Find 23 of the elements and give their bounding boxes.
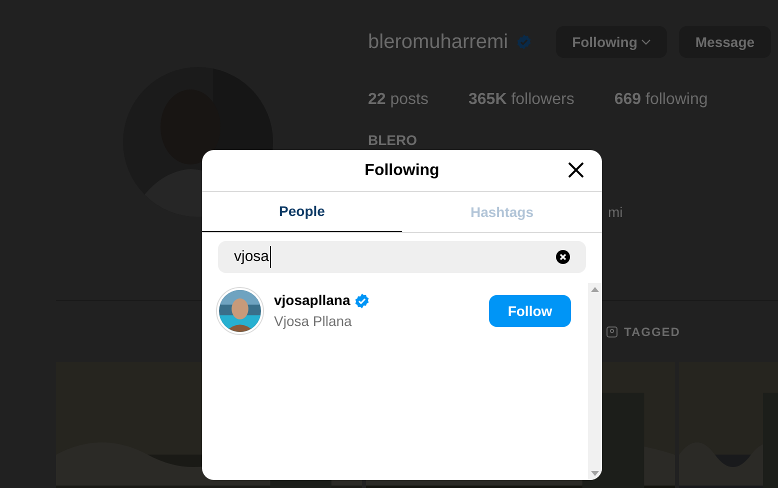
profile-name: BLERO [368, 131, 418, 150]
search-field[interactable]: vjosa [218, 241, 586, 273]
profile-username: bleromuharremi [368, 30, 508, 55]
close-icon [566, 160, 586, 180]
follow-button[interactable]: Follow [489, 295, 571, 327]
user-avatar[interactable] [216, 287, 264, 335]
message-button[interactable]: Message [679, 26, 771, 58]
chevron-down-icon [641, 39, 652, 45]
close-button[interactable] [566, 160, 586, 180]
dialog-title: Following [364, 160, 440, 180]
dialog-tab[interactable]: People [202, 192, 402, 232]
profile-stat[interactable]: 22 posts [368, 88, 428, 112]
clear-icon[interactable] [556, 250, 570, 264]
profile-stat[interactable]: 669 following [614, 88, 708, 112]
profile-stat[interactable]: 365K followers [468, 88, 574, 112]
bio-text: mi [608, 203, 624, 222]
tagged-tab[interactable]: TAGGED [606, 322, 680, 340]
search-value: vjosa [234, 246, 272, 268]
dialog-tab[interactable]: Hashtags [402, 192, 602, 232]
result-full-name: Vjosa Pllana [274, 312, 353, 331]
result-username[interactable]: vjosapllana [274, 290, 350, 311]
tag-person-icon [606, 326, 618, 338]
following-dropdown-button[interactable]: Following [556, 26, 668, 58]
